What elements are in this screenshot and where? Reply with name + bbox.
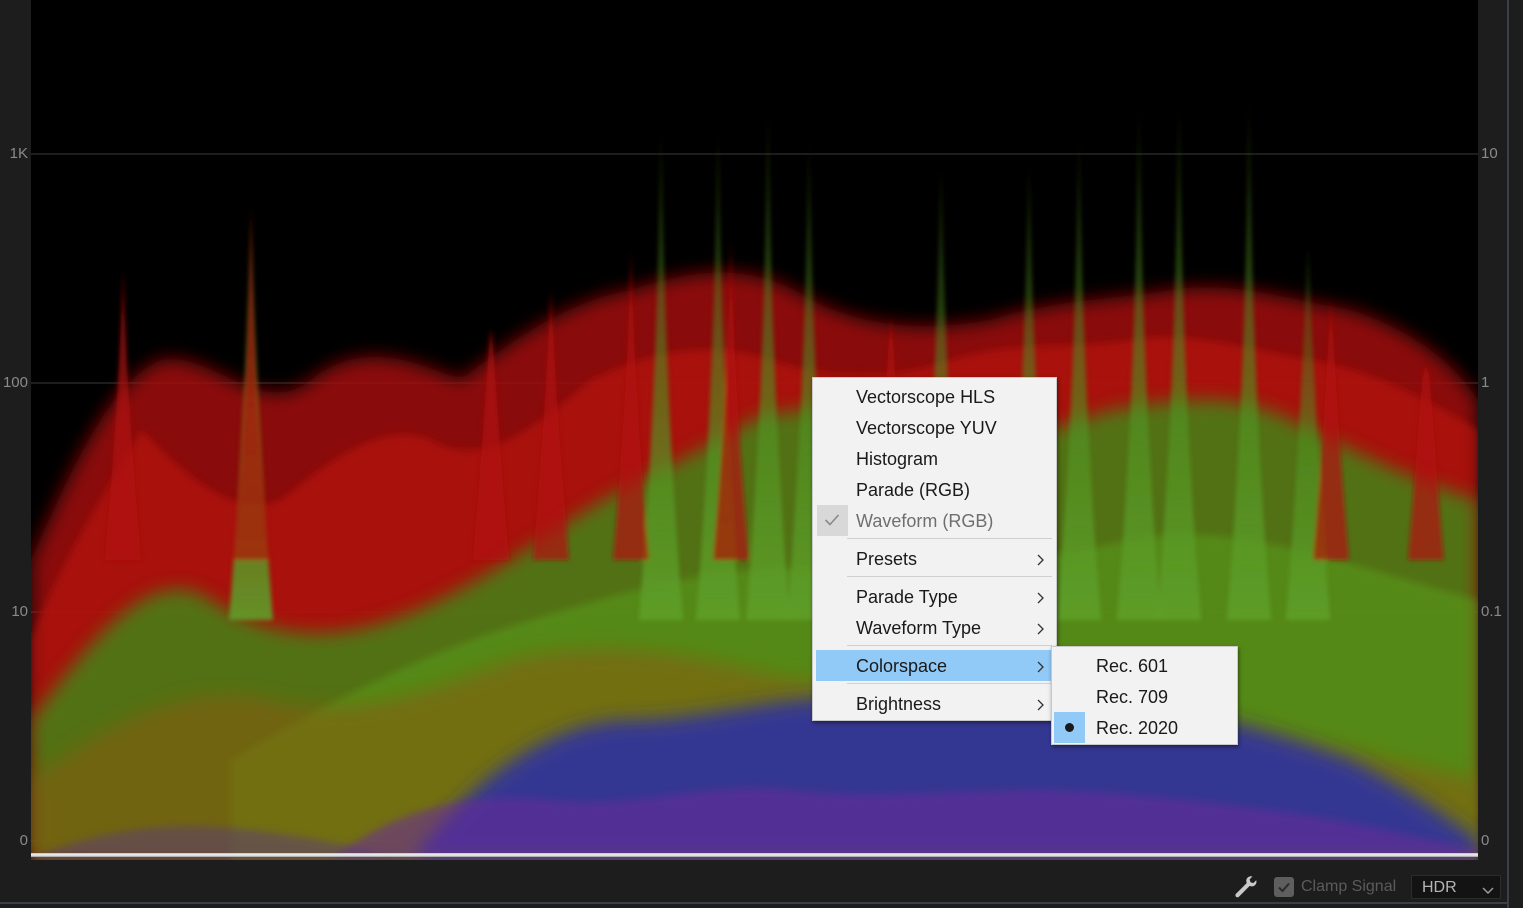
menu-item-brightness[interactable]: Brightness — [816, 688, 1053, 719]
right-axis-label: 0 — [1481, 832, 1490, 849]
radio-selected-icon — [1054, 712, 1085, 743]
right-axis-label: 0.1 — [1481, 603, 1502, 620]
submenu-item-rec-601[interactable]: Rec. 601 — [1054, 650, 1235, 681]
clamp-signal-checkbox[interactable] — [1274, 877, 1294, 897]
right-axis-label: 1 — [1481, 374, 1490, 391]
scope-context-menu: Vectorscope HLS Vectorscope YUV Histogra… — [812, 377, 1057, 721]
submenu-item-rec-709[interactable]: Rec. 709 — [1054, 681, 1235, 712]
menu-item-label: Waveform (RGB) — [856, 511, 994, 531]
menu-separator — [847, 538, 1052, 539]
chevron-down-icon — [1482, 881, 1494, 900]
chevron-right-icon — [1036, 697, 1046, 716]
chevron-right-icon — [1036, 659, 1046, 678]
chevron-right-icon — [1036, 552, 1046, 571]
left-axis-label: 0 — [19, 832, 28, 849]
wrench-icon[interactable] — [1233, 874, 1259, 900]
menu-item-parade-rgb[interactable]: Parade (RGB) — [816, 474, 1053, 505]
hdr-mode-dropdown[interactable]: HDR — [1411, 875, 1501, 899]
menu-item-label: Colorspace — [856, 656, 948, 676]
menu-item-presets[interactable]: Presets — [816, 543, 1053, 574]
left-axis-label: 1K — [9, 145, 28, 162]
menu-item-colorspace[interactable]: Colorspace — [816, 650, 1053, 681]
menu-item-label: Waveform Type — [856, 618, 982, 638]
hdr-mode-value: HDR — [1422, 879, 1457, 896]
left-axis-label: 10 — [11, 603, 28, 620]
panel-border — [1507, 0, 1509, 908]
colorspace-submenu: Rec. 601 Rec. 709 Rec. 2020 — [1051, 646, 1238, 745]
menu-separator — [847, 645, 1052, 646]
left-axis-label: 100 — [2, 374, 28, 391]
right-axis-label: 10 — [1481, 145, 1498, 162]
menu-item-label: Parade Type — [856, 587, 958, 607]
clamp-signal-label: Clamp Signal — [1301, 878, 1397, 895]
menu-item-label: Brightness — [856, 694, 942, 714]
checkmark-icon — [817, 505, 848, 536]
menu-item-label: Parade (RGB) — [856, 480, 971, 500]
menu-item-label: Histogram — [856, 449, 939, 469]
menu-item-waveform-type[interactable]: Waveform Type — [816, 612, 1053, 643]
menu-item-histogram[interactable]: Histogram — [816, 443, 1053, 474]
menu-item-vectorscope-yuv[interactable]: Vectorscope YUV — [816, 412, 1053, 443]
chevron-right-icon — [1036, 621, 1046, 640]
chevron-right-icon — [1036, 590, 1046, 609]
waveform-scope-display — [31, 0, 1478, 860]
submenu-item-label: Rec. 2020 — [1096, 718, 1179, 738]
menu-separator — [847, 683, 1052, 684]
menu-item-waveform-rgb[interactable]: Waveform (RGB) — [816, 505, 1053, 536]
waveform-trace — [31, 98, 1478, 860]
submenu-item-label: Rec. 709 — [1096, 687, 1169, 707]
scope-baseline — [31, 853, 1478, 857]
menu-separator — [847, 576, 1052, 577]
menu-item-label: Vectorscope HLS — [856, 387, 996, 407]
submenu-item-rec-2020[interactable]: Rec. 2020 — [1054, 712, 1235, 743]
menu-item-label: Vectorscope YUV — [856, 418, 997, 438]
menu-item-label: Presets — [856, 549, 918, 569]
submenu-item-label: Rec. 601 — [1096, 656, 1169, 676]
menu-item-parade-type[interactable]: Parade Type — [816, 581, 1053, 612]
menu-item-vectorscope-hls[interactable]: Vectorscope HLS — [816, 381, 1053, 412]
